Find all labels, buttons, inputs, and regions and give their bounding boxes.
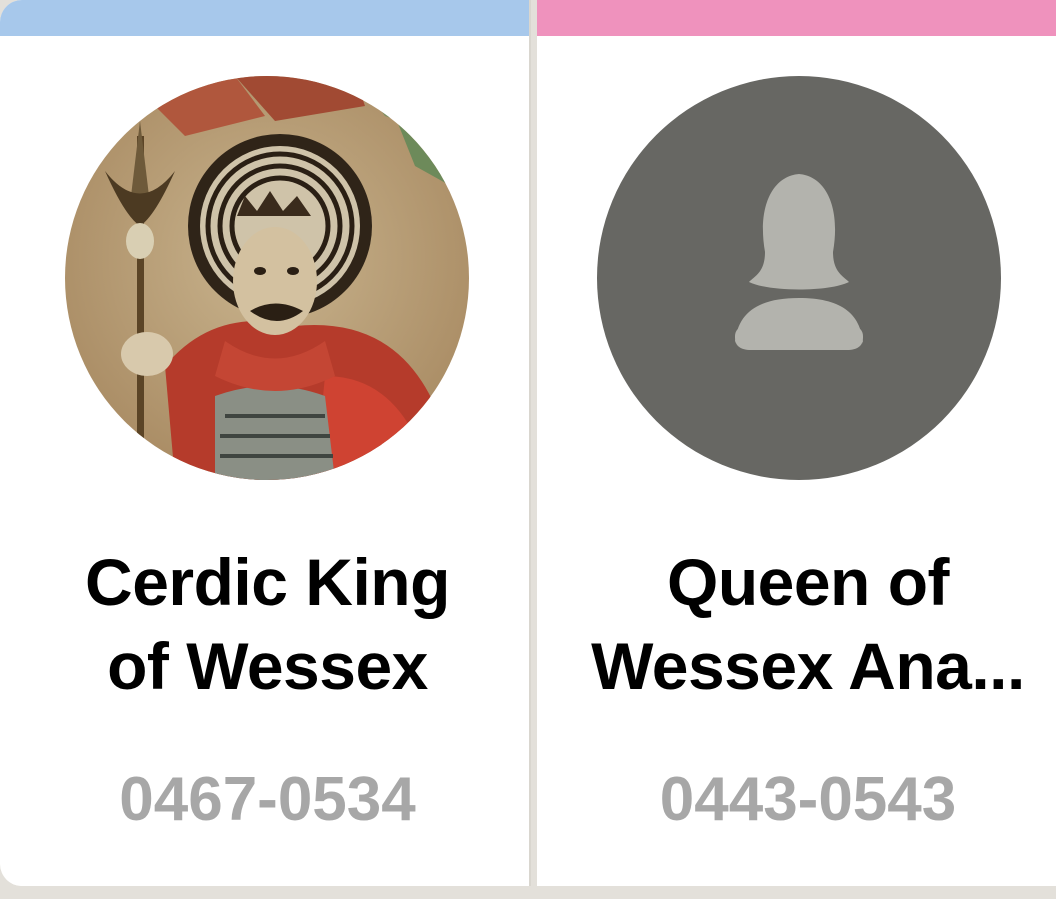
person-name-line-2: of Wessex [107, 629, 428, 703]
person-lifespan: 0443-0543 [659, 765, 957, 834]
person-name-line-1: Queen of [666, 545, 950, 619]
card-body: Cerdic King of Wessex 0467-0534 [6, 40, 529, 886]
family-tree-cards: Cerdic King of Wessex 0467-0534 Queen of… [0, 0, 1056, 899]
person-name-line-2: Wessex Ana... [591, 629, 1025, 703]
card-body: Queen of Wessex Ana... 0443-0543 [539, 40, 1056, 886]
gender-accent-bar-female [537, 0, 1056, 36]
person-name: Queen of Wessex Ana... [539, 540, 1056, 708]
person-card-queen[interactable]: Queen of Wessex Ana... 0443-0543 [537, 0, 1056, 886]
gender-accent-bar-male [0, 0, 529, 36]
female-placeholder-icon [735, 174, 863, 350]
avatar-portrait[interactable] [65, 76, 469, 480]
person-name-line-1: Cerdic King [85, 545, 450, 619]
person-name: Cerdic King of Wessex [6, 540, 529, 708]
person-card-cerdic[interactable]: Cerdic King of Wessex 0467-0534 [0, 0, 531, 886]
person-lifespan: 0467-0534 [119, 765, 416, 834]
avatar-placeholder[interactable] [597, 76, 1001, 480]
portrait-painting-image [65, 76, 469, 480]
